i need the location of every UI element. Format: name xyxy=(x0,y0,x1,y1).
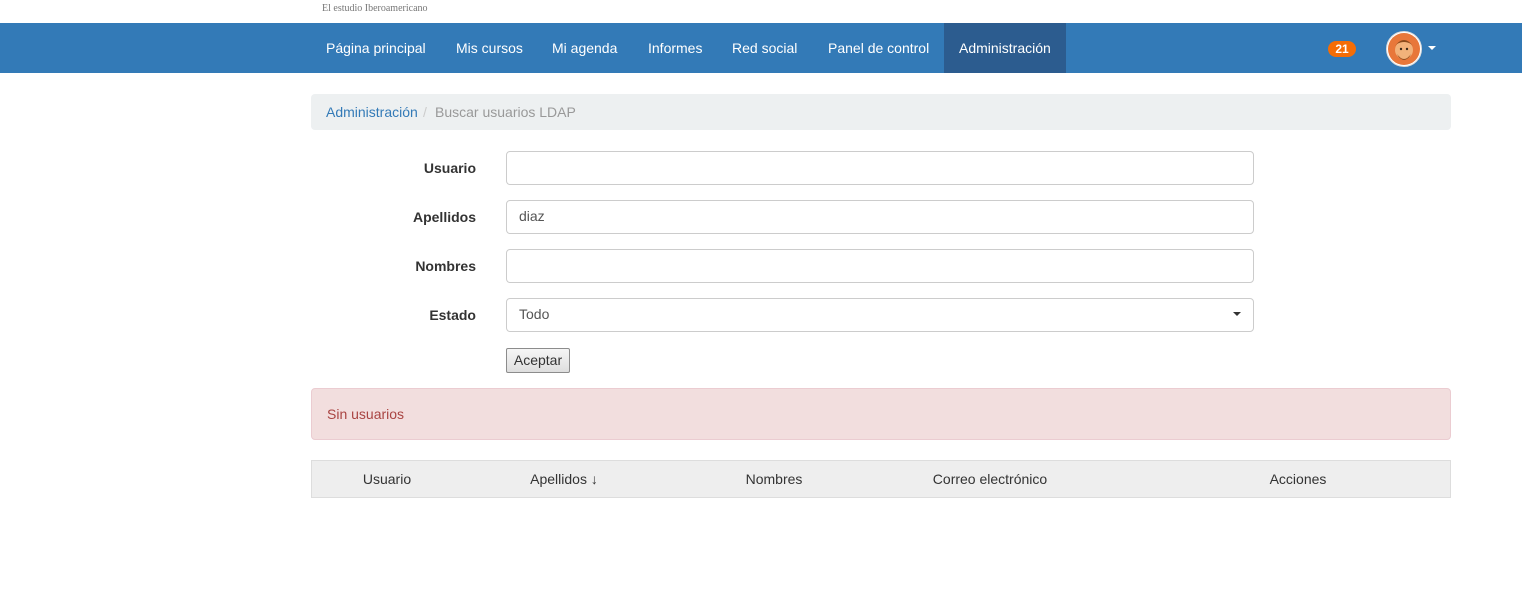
usuario-input[interactable] xyxy=(506,151,1254,185)
alert-message: Sin usuarios xyxy=(327,406,405,422)
results-table-header: Usuario Apellidos ↓ Nombres Correo elect… xyxy=(311,460,1451,498)
main-navbar: Página principal Mis cursos Mi agenda In… xyxy=(0,23,1522,73)
avatar-face-icon xyxy=(1388,33,1420,65)
column-header-apellidos[interactable]: Apellidos ↓ xyxy=(530,461,598,497)
estado-selected-value: Todo xyxy=(519,306,550,322)
breadcrumb-separator: / xyxy=(423,104,427,120)
aceptar-button[interactable]: Aceptar xyxy=(506,348,570,373)
estado-select[interactable]: Todo xyxy=(506,298,1254,332)
column-header-correo[interactable]: Correo electrónico xyxy=(933,461,1047,497)
chevron-down-icon xyxy=(1233,312,1241,316)
nombres-label: Nombres xyxy=(415,258,476,274)
estado-label: Estado xyxy=(429,307,476,323)
brand-bar: El estudio Iberoamericano xyxy=(0,0,1522,23)
column-header-usuario[interactable]: Usuario xyxy=(363,461,411,497)
breadcrumb-link-administracion[interactable]: Administración xyxy=(326,104,418,120)
user-menu-caret-icon[interactable] xyxy=(1428,46,1436,50)
breadcrumb: Administración / Buscar usuarios LDAP xyxy=(311,94,1451,130)
column-header-nombres[interactable]: Nombres xyxy=(746,461,803,497)
column-header-acciones: Acciones xyxy=(1269,471,1327,487)
nav-item-administracion[interactable]: Administración xyxy=(944,23,1066,73)
usuario-label: Usuario xyxy=(423,160,476,176)
nav-item-panel-de-control[interactable]: Panel de control xyxy=(828,23,929,73)
nav-item-mis-cursos[interactable]: Mis cursos xyxy=(456,23,523,73)
nav-item-red-social[interactable]: Red social xyxy=(732,23,797,73)
notifications-badge[interactable]: 21 xyxy=(1328,41,1356,57)
nav-item-mi-agenda[interactable]: Mi agenda xyxy=(552,23,617,73)
breadcrumb-current: Buscar usuarios LDAP xyxy=(435,104,576,120)
apellidos-label: Apellidos xyxy=(412,209,476,225)
nombres-input[interactable] xyxy=(506,249,1254,283)
user-avatar[interactable] xyxy=(1386,31,1422,67)
nav-item-pagina-principal[interactable]: Página principal xyxy=(326,23,426,73)
no-users-alert: Sin usuarios xyxy=(311,388,1451,440)
nav-item-informes[interactable]: Informes xyxy=(648,23,702,73)
apellidos-input[interactable]: diaz xyxy=(506,200,1254,234)
brand-logo-text: El estudio Iberoamericano xyxy=(322,3,428,14)
